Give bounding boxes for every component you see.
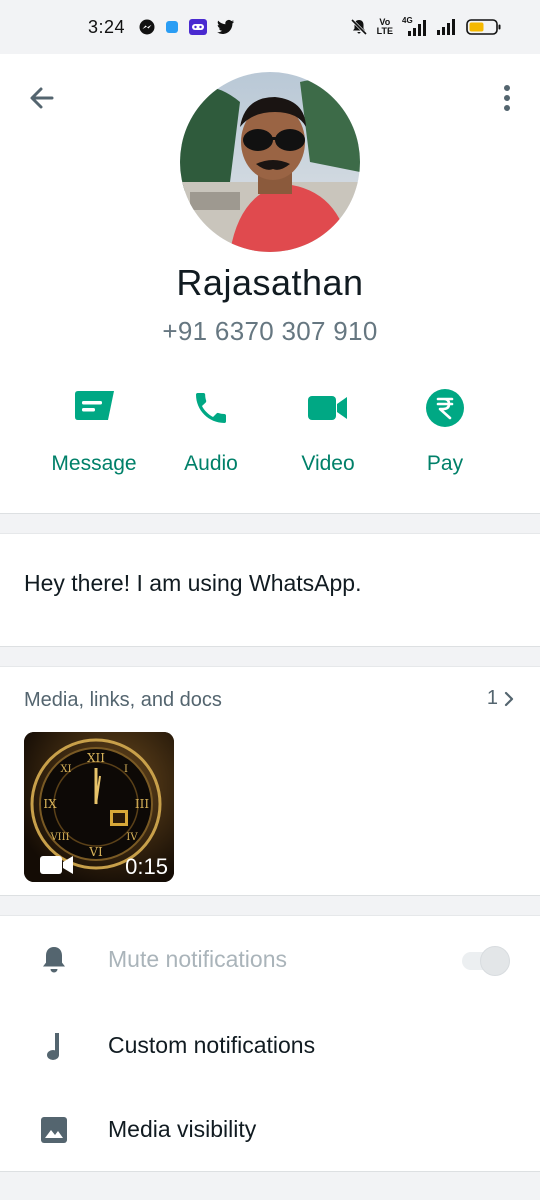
svg-text:IV: IV <box>126 832 138 843</box>
signal-icon <box>437 19 455 35</box>
svg-text:VI: VI <box>88 845 103 859</box>
thumbnail-videocam-icon <box>40 856 73 874</box>
more-options-button[interactable] <box>490 76 524 120</box>
svg-text:XII: XII <box>87 751 105 765</box>
video-call-button[interactable]: Video <box>268 386 388 482</box>
audio-label: Audio <box>184 452 238 475</box>
app-notification-icon <box>166 21 179 33</box>
chevron-right-icon <box>504 691 514 706</box>
arrow-back-icon <box>30 87 54 109</box>
image-icon <box>41 1117 67 1143</box>
rupee-icon <box>426 389 464 427</box>
svg-text:VIII: VIII <box>49 832 69 843</box>
mute-notifications-toggle[interactable] <box>460 946 512 976</box>
custom-notifications-label: Custom notifications <box>108 1032 316 1058</box>
pay-button[interactable]: Pay <box>385 386 505 482</box>
svg-text:I: I <box>124 764 128 775</box>
media-count-link[interactable]: 1 <box>487 687 516 710</box>
messenger-icon <box>139 19 155 35</box>
pay-label: Pay <box>426 452 464 475</box>
back-button[interactable] <box>22 78 62 118</box>
svg-text:XI: XI <box>60 764 71 775</box>
svg-text:III: III <box>135 797 149 811</box>
message-label: Message <box>51 452 137 475</box>
volte-indicator: Vo LTE <box>376 17 393 36</box>
mute-notifications-label: Mute notifications <box>108 946 287 972</box>
media-visibility-row[interactable]: Media visibility <box>0 1100 540 1160</box>
svg-text:IX: IX <box>43 797 57 811</box>
signal-4g-icon: 4G <box>402 16 428 36</box>
audio-call-button[interactable]: Audio <box>151 386 271 482</box>
status-time: 3:24 <box>88 16 126 37</box>
music-note-icon <box>47 1033 59 1060</box>
about-card[interactable]: Hey there! I am using WhatsApp. <box>0 533 540 647</box>
message-icon <box>75 391 114 420</box>
mute-notifications-row[interactable]: Mute notifications <box>0 930 540 990</box>
videocam-icon <box>308 396 347 420</box>
status-bar: 3:24 Vo LTE 4G <box>0 0 540 54</box>
message-button[interactable]: Message <box>34 386 154 482</box>
video-label: Video <box>301 452 355 475</box>
media-visibility-label: Media visibility <box>108 1116 257 1142</box>
more-vert-icon <box>504 85 510 111</box>
media-count: 1 <box>486 687 498 709</box>
media-card: Media, links, and docs 1 XII III VI IX I… <box>0 666 540 896</box>
media-thumbnail[interactable]: XII III VI IX I XI IV VIII 0:15 <box>24 732 174 882</box>
contact-avatar[interactable] <box>180 72 360 252</box>
contact-phone: +91 6370 307 910 <box>162 316 378 346</box>
custom-notifications-row[interactable]: Custom notifications <box>0 1016 540 1076</box>
contact-name: Rajasathan <box>176 262 364 303</box>
video-duration: 0:15 <box>125 854 168 879</box>
game-controller-icon <box>189 19 208 35</box>
contact-header-card: Rajasathan +91 6370 307 910 Message Audi… <box>0 54 540 514</box>
profile-photo <box>180 72 360 252</box>
notification-settings-card: Mute notifications Custom notifications … <box>0 915 540 1172</box>
battery-icon <box>466 19 501 35</box>
bell-icon <box>43 947 65 973</box>
about-text: Hey there! I am using WhatsApp. <box>24 570 362 596</box>
mute-bell-icon <box>350 18 367 36</box>
twitter-icon <box>217 19 235 34</box>
phone-icon <box>196 393 226 423</box>
media-section-title: Media, links, and docs <box>24 689 222 711</box>
